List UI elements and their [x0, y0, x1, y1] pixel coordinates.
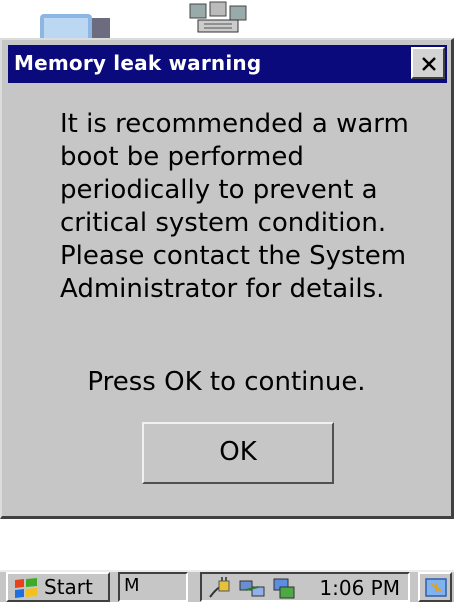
taskbar: Start M 1:06 PM: [0, 570, 454, 602]
message-line: boot be performed: [60, 142, 304, 172]
clock[interactable]: 1:06 PM: [319, 576, 400, 600]
show-desktop-icon: [425, 578, 447, 597]
start-label: Start: [44, 575, 93, 599]
system-tray: 1:06 PM: [200, 572, 410, 602]
press-ok-instruction: Press OK to continue.: [87, 367, 366, 397]
start-button[interactable]: Start: [6, 572, 110, 602]
memory-leak-dialog: Memory leak warning It is recommended a …: [0, 38, 454, 519]
dialog-titlebar[interactable]: Memory leak warning: [8, 45, 447, 83]
dialog-message: It is recommended a warm boot be perform…: [60, 108, 440, 306]
message-line: Administrator for details.: [60, 274, 385, 304]
close-icon: [422, 57, 436, 71]
network-neighborhood-icon[interactable]: [184, 0, 254, 34]
message-line: periodically to prevent a: [60, 175, 378, 205]
dialog-title: Memory leak warning: [14, 51, 262, 75]
network-connection-icon[interactable]: [238, 575, 266, 601]
taskbar-item[interactable]: M: [118, 572, 188, 602]
close-button[interactable]: [411, 47, 445, 79]
show-desktop-button[interactable]: [418, 572, 452, 602]
message-line: Please contact the System: [60, 241, 407, 271]
windows-logo-icon: [15, 578, 37, 598]
ok-button[interactable]: OK: [142, 422, 334, 484]
network-sync-icon[interactable]: [270, 575, 298, 601]
message-line: critical system condition.: [60, 208, 387, 238]
my-computer-icon[interactable]: [30, 8, 118, 44]
message-line: It is recommended a warm: [60, 109, 409, 139]
power-plug-icon[interactable]: [206, 575, 234, 601]
